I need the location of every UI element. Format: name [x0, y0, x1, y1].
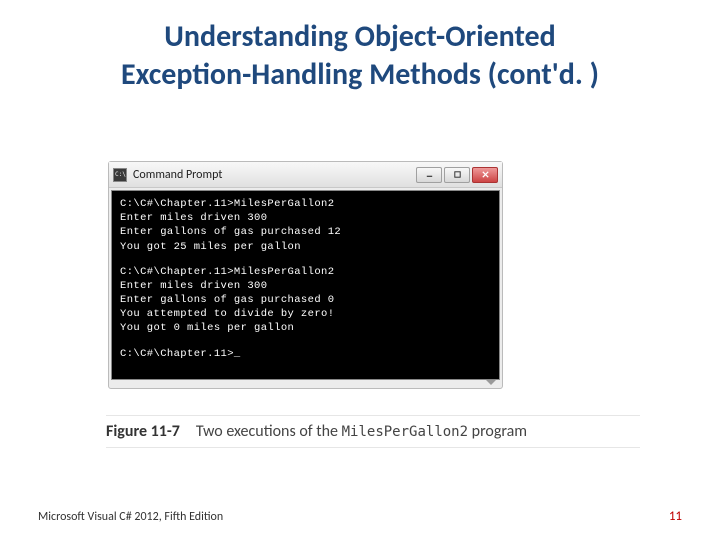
prompt-line: C:\C#\Chapter.11> — [120, 347, 491, 361]
console-line: You attempted to divide by zero! — [120, 307, 491, 321]
close-icon — [481, 170, 490, 179]
console-line: C:\C#\Chapter.11>MilesPerGallon2 — [120, 197, 491, 211]
slide-title: Understanding Object-Oriented Exception-… — [0, 0, 720, 93]
title-line-2: Exception-Handling Methods (cont'd. ) — [121, 56, 599, 93]
titlebar: Command Prompt — [109, 162, 502, 188]
console-line: Enter miles driven 300 — [120, 211, 491, 225]
figure-caption: Figure 11-7 Two executions of the MilesP… — [106, 415, 640, 448]
console-line: C:\C#\Chapter.11>MilesPerGallon2 — [120, 265, 491, 279]
cmd-icon — [113, 168, 127, 182]
resize-grip-icon — [486, 380, 496, 385]
console-line: Enter miles driven 300 — [120, 279, 491, 293]
title-line-1: Understanding Object-Oriented — [164, 18, 555, 55]
prompt-line-block: C:\C#\Chapter.11> — [120, 347, 491, 361]
figure-program-name: MilesPerGallon2 — [342, 424, 468, 440]
window-controls — [416, 167, 498, 183]
footer-edition: Microsoft Visual C# 2012, Fifth Edition — [38, 510, 223, 524]
console-output: C:\C#\Chapter.11>MilesPerGallon2 Enter m… — [111, 190, 500, 380]
figure-text: Two executions of the MilesPerGallon2 pr… — [196, 422, 527, 441]
console-line: You got 25 miles per gallon — [120, 240, 491, 254]
page-number: 11 — [669, 509, 682, 524]
console-line: Enter gallons of gas purchased 0 — [120, 293, 491, 307]
maximize-icon — [453, 170, 462, 179]
figure-text-before: Two executions of the — [196, 422, 342, 441]
maximize-button[interactable] — [444, 167, 470, 183]
minimize-icon — [425, 170, 434, 179]
window-title: Command Prompt — [133, 168, 416, 182]
console-line: Enter gallons of gas purchased 12 — [120, 225, 491, 239]
execution-block-2: C:\C#\Chapter.11>MilesPerGallon2 Enter m… — [120, 265, 491, 336]
console-line: You got 0 miles per gallon — [120, 321, 491, 335]
execution-block-1: C:\C#\Chapter.11>MilesPerGallon2 Enter m… — [120, 197, 491, 254]
minimize-button[interactable] — [416, 167, 442, 183]
figure-text-after: program — [468, 422, 527, 441]
close-button[interactable] — [472, 167, 498, 183]
figure-label: Figure 11-7 — [106, 422, 180, 441]
command-prompt-window: Command Prompt C:\C#\Chapter.11>MilesPer… — [108, 161, 503, 389]
